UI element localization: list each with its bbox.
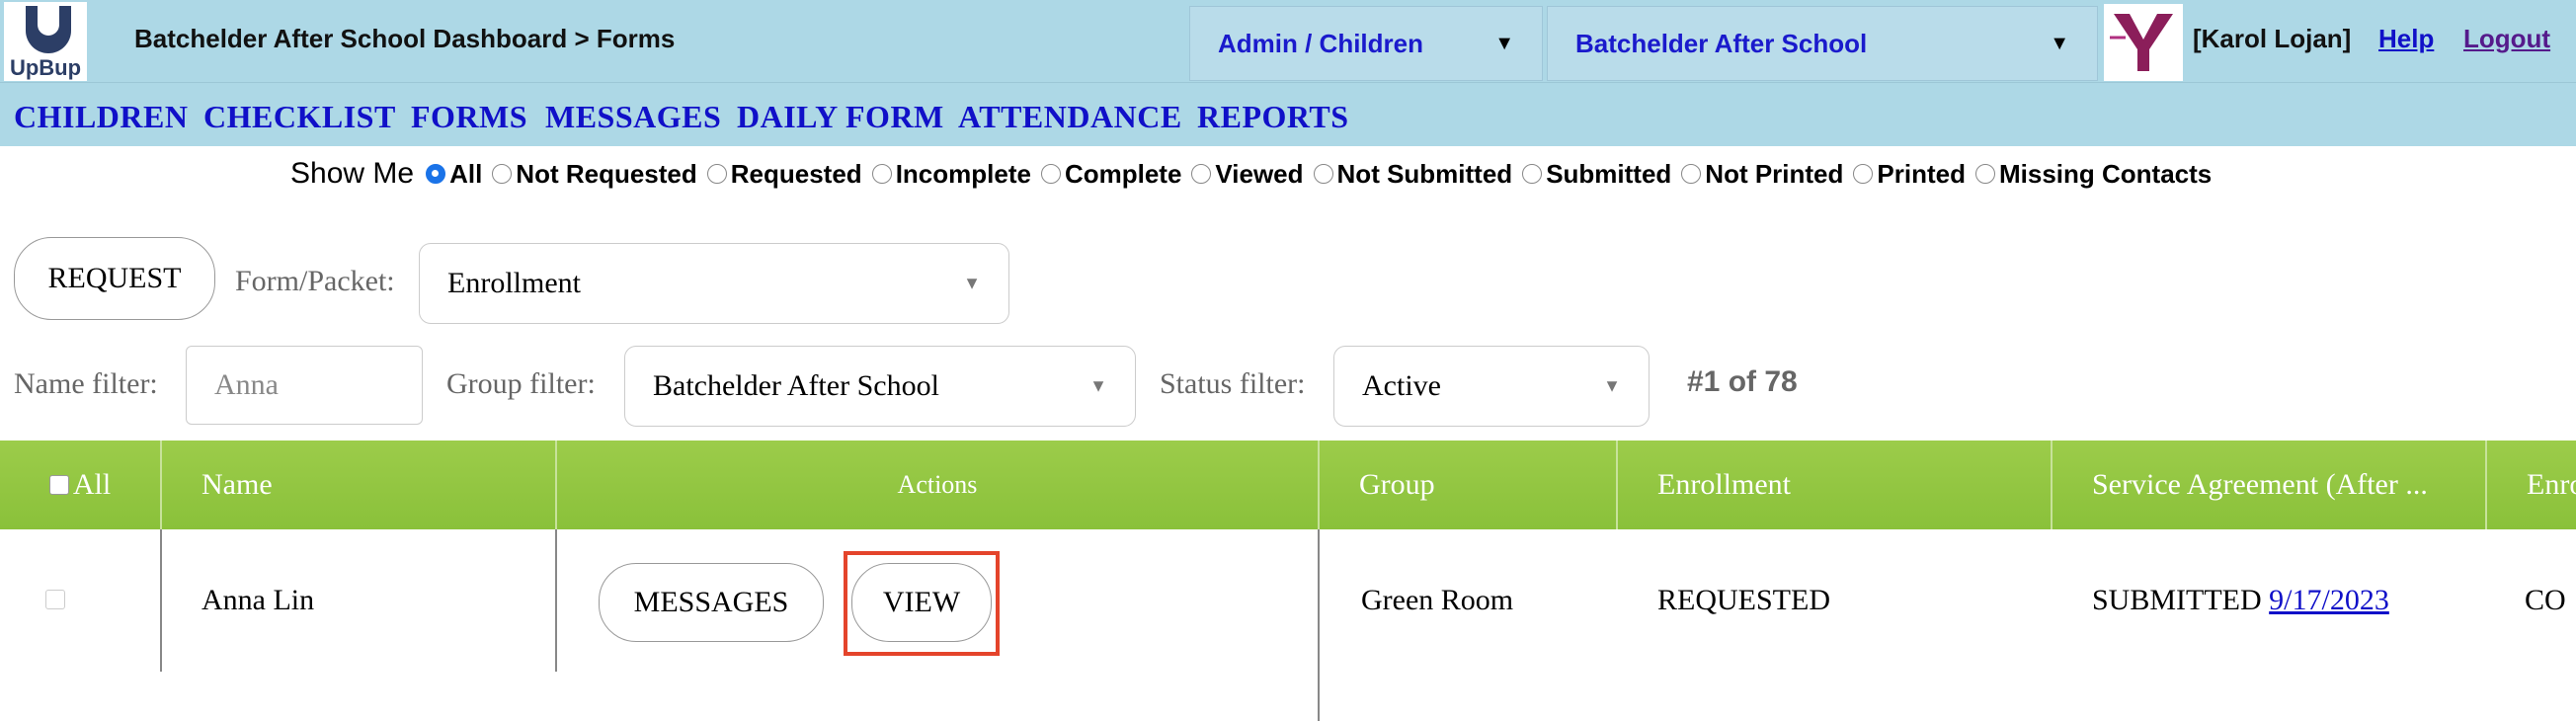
row-name: Anna Lin	[201, 584, 315, 616]
radio-icon[interactable]	[1974, 164, 1995, 184]
breadcrumb: Batchelder After School Dashboard > Form…	[134, 24, 676, 53]
show-option-missing-contacts[interactable]: Missing Contacts	[1974, 159, 2212, 190]
current-user: [Karol Lojan]	[2193, 24, 2352, 53]
header-select-all[interactable]: All	[0, 441, 162, 529]
service-status: SUBMITTED	[2092, 584, 2262, 616]
show-option-incomplete[interactable]: Incomplete	[871, 159, 1031, 190]
view-button-highlight	[844, 551, 1000, 656]
nav-reports[interactable]: REPORTS	[1197, 99, 1349, 135]
radio-icon[interactable]	[1522, 164, 1543, 184]
record-count: #1 of 78	[1687, 365, 1798, 398]
chevron-down-icon: ▼	[1089, 375, 1107, 396]
top-header: UpBup Batchelder After School Dashboard …	[0, 0, 2576, 83]
row-checkbox[interactable]	[45, 590, 65, 609]
row-service-agreement: SUBMITTED 9/17/2023	[2092, 584, 2389, 617]
group-filter-value: Batchelder After School	[653, 369, 939, 402]
show-option-viewed[interactable]: Viewed	[1191, 159, 1304, 190]
radio-icon[interactable]	[871, 164, 892, 184]
show-option-submitted[interactable]: Submitted	[1522, 159, 1671, 190]
main-nav: CHILDREN CHECKLIST FORMS MESSAGES DAILY …	[0, 83, 2576, 146]
show-option-all[interactable]: All	[426, 159, 482, 190]
help-link[interactable]: Help	[2378, 24, 2434, 54]
status-filter-value: Active	[1362, 369, 1441, 402]
column-divider	[1318, 529, 1320, 721]
radio-icon[interactable]	[706, 164, 727, 184]
header-service-agreement[interactable]: Service Agreement (After ...	[2053, 441, 2487, 529]
upbup-logo[interactable]: UpBup	[4, 2, 87, 81]
chevron-down-icon: ▼	[1494, 33, 1514, 54]
nav-daily-form[interactable]: DAILY FORM	[737, 99, 944, 135]
show-option-complete[interactable]: Complete	[1040, 159, 1181, 190]
name-filter-input[interactable]: Anna	[186, 346, 423, 425]
role-select-value: Admin / Children	[1218, 29, 1423, 58]
logout-link[interactable]: Logout	[2463, 24, 2550, 54]
form-packet-value: Enrollment	[447, 267, 581, 299]
row-group: Green Room	[1361, 584, 1514, 616]
show-option-printed[interactable]: Printed	[1853, 159, 1966, 190]
row-next-column: CO	[2525, 584, 2566, 616]
row-enrollment-status: REQUESTED	[1657, 584, 1830, 616]
form-packet-select[interactable]: Enrollment ▼	[419, 243, 1009, 324]
show-option-not-requested[interactable]: Not Requested	[492, 159, 697, 190]
show-me-label: Show Me	[290, 157, 415, 190]
chevron-down-icon: ▼	[2050, 33, 2069, 54]
nav-messages[interactable]: MESSAGES	[545, 99, 721, 135]
chevron-down-icon: ▼	[963, 273, 981, 293]
table-header: All Name Actions Group Enrollment Servic…	[0, 441, 2576, 529]
table-row	[0, 529, 2576, 721]
group-filter-select[interactable]: Batchelder After School ▼	[624, 346, 1136, 427]
header-group[interactable]: Group	[1320, 441, 1618, 529]
show-option-not-submitted[interactable]: Not Submitted	[1313, 159, 1512, 190]
logo-mark-icon	[26, 6, 71, 53]
select-all-checkbox[interactable]	[48, 475, 69, 495]
name-filter-label: Name filter:	[14, 367, 158, 400]
status-filter-select[interactable]: Active ▼	[1333, 346, 1650, 427]
nav-forms[interactable]: FORMS	[411, 99, 527, 135]
logo-text: UpBup	[9, 55, 82, 80]
status-filter-label: Status filter:	[1160, 367, 1306, 400]
column-divider	[160, 529, 162, 672]
radio-icon[interactable]	[1313, 164, 1333, 184]
header-enrollment[interactable]: Enrollment	[1618, 441, 2053, 529]
request-button[interactable]: REQUEST	[14, 237, 215, 320]
header-enrollment-next[interactable]: Enro	[2487, 441, 2576, 529]
radio-icon[interactable]	[1191, 164, 1212, 184]
radio-icon[interactable]	[1681, 164, 1702, 184]
header-all-label: All	[72, 468, 112, 501]
show-option-not-printed[interactable]: Not Printed	[1681, 159, 1843, 190]
column-divider	[555, 529, 557, 672]
name-filter-placeholder: Anna	[214, 368, 279, 401]
radio-icon[interactable]	[1040, 164, 1061, 184]
header-actions: Actions	[557, 441, 1320, 529]
radio-selected-icon[interactable]	[426, 164, 446, 184]
header-name[interactable]: Name	[162, 441, 557, 529]
show-me-filter: Show Me All Not Requested Requested Inco…	[290, 154, 2221, 194]
form-packet-label: Form/Packet:	[235, 265, 395, 297]
radio-icon[interactable]	[1853, 164, 1874, 184]
role-select[interactable]: Admin / Children ▼	[1189, 6, 1543, 81]
radio-icon[interactable]	[492, 164, 513, 184]
nav-attendance[interactable]: ATTENDANCE	[958, 99, 1182, 135]
site-select[interactable]: Batchelder After School ▼	[1547, 6, 2098, 81]
group-filter-label: Group filter:	[446, 367, 596, 400]
chevron-down-icon: ▼	[1603, 375, 1621, 396]
ymca-logo	[2104, 4, 2183, 81]
messages-button[interactable]: MESSAGES	[599, 563, 824, 642]
service-date-link[interactable]: 9/17/2023	[2269, 584, 2389, 616]
nav-children[interactable]: CHILDREN	[14, 99, 188, 135]
nav-checklist[interactable]: CHECKLIST	[203, 99, 396, 135]
site-select-value: Batchelder After School	[1575, 29, 1868, 58]
show-option-requested[interactable]: Requested	[706, 159, 862, 190]
ymca-y-icon	[2110, 14, 2173, 71]
